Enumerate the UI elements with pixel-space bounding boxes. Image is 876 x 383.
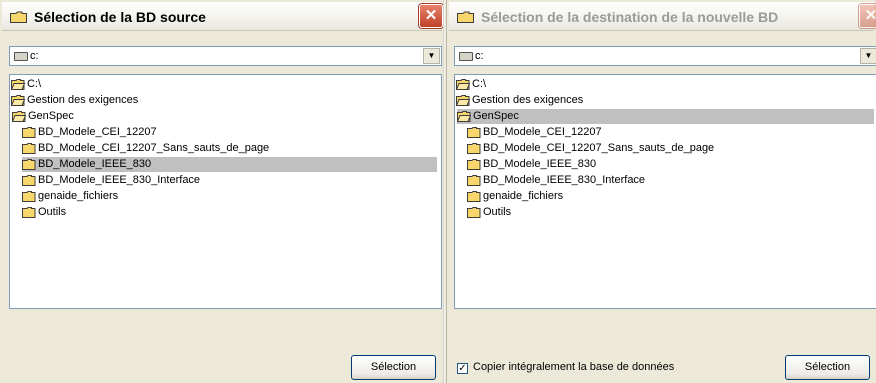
tree-node-label: Outils [38, 206, 67, 218]
selection-button[interactable]: Sélection [351, 355, 436, 380]
drive-icon [14, 52, 28, 61]
tree-node-label: GenSpec [473, 110, 519, 122]
folder-icon [22, 207, 36, 218]
bottom-bar: ✓ Copier intégralement la base de donnée… [447, 315, 876, 383]
folder-icon [22, 143, 36, 154]
folder-icon [22, 175, 36, 186]
source-db-window: Sélection de la BD source ✕ c: ▼ C:\ Gest… [0, 0, 444, 383]
window-title: Sélection de la destination de la nouvel… [481, 9, 779, 25]
tree-node-label: BD_Modele_IEEE_830 [38, 158, 152, 170]
drive-select[interactable]: c: ▼ [9, 46, 442, 66]
folder-icon [467, 207, 481, 218]
close-icon: ✕ [424, 7, 438, 24]
tree-node-label: C:\ [27, 78, 42, 90]
open-folder-icon [11, 79, 25, 90]
open-folder-icon [11, 95, 25, 106]
title-bar: Sélection de la destination de la nouvel… [449, 2, 876, 31]
folder-icon [467, 159, 481, 170]
tree-node-label: Outils [483, 206, 512, 218]
open-folder-icon [456, 95, 470, 106]
chevron-down-icon[interactable]: ▼ [860, 48, 876, 64]
open-folder-icon [457, 111, 471, 122]
tree-node-label: genaide_fichiers [38, 190, 119, 202]
folder-icon [467, 143, 481, 154]
folder-icon [457, 11, 474, 23]
tree-node-label: GenSpec [28, 110, 74, 122]
tree-node-label: BD_Modele_CEI_12207 [38, 126, 157, 138]
destination-db-window: Sélection de la destination de la nouvel… [447, 0, 876, 383]
drive-select[interactable]: c: ▼ [454, 46, 876, 66]
drive-value: c: [475, 50, 484, 62]
tree-node[interactable]: GenSpec [457, 109, 874, 124]
tree-node-label: Gestion des exigences [472, 94, 584, 106]
folder-icon [22, 159, 36, 170]
tree-node-label: Gestion des exigences [27, 94, 139, 106]
chevron-down-icon[interactable]: ▼ [423, 48, 440, 64]
folder-icon [10, 11, 27, 23]
open-folder-icon [456, 79, 470, 90]
tree-node-label: genaide_fichiers [483, 190, 564, 202]
tree-node-label: BD_Modele_CEI_12207_Sans_sauts_de_page [483, 142, 715, 154]
selection-button[interactable]: Sélection [785, 355, 870, 380]
close-button[interactable]: ✕ [859, 4, 876, 28]
tree-node-label: BD_Modele_IEEE_830_Interface [483, 174, 646, 186]
folder-tree[interactable]: C:\ Gestion des exigences GenSpec BD_Modele… [454, 74, 876, 309]
open-folder-icon [12, 111, 26, 122]
folder-icon [467, 127, 481, 138]
tree-node-label: C:\ [472, 78, 487, 90]
tree-node-label: BD_Modele_IEEE_830 [483, 158, 597, 170]
bottom-bar: Sélection [0, 315, 444, 383]
title-bar: Sélection de la BD source ✕ [2, 2, 443, 31]
tree-node-label: BD_Modele_CEI_12207_Sans_sauts_de_page [38, 142, 270, 154]
close-icon: ✕ [864, 7, 876, 24]
copy-all-checkbox[interactable]: ✓ [457, 363, 468, 374]
copy-all-label: Copier intégralement la base de données [473, 361, 675, 373]
tree-node-label: BD_Modele_IEEE_830_Interface [38, 174, 201, 186]
tree-node-label: BD_Modele_CEI_12207 [483, 126, 602, 138]
folder-icon [467, 191, 481, 202]
folder-tree[interactable]: C:\ Gestion des exigences GenSpec BD_Modele… [9, 74, 442, 309]
drive-value: c: [30, 50, 39, 62]
tree-node[interactable]: BD_Modele_IEEE_830 [22, 157, 437, 172]
folder-icon [467, 175, 481, 186]
close-button[interactable]: ✕ [419, 4, 443, 28]
folder-icon [22, 191, 36, 202]
folder-icon [22, 127, 36, 138]
drive-icon [459, 52, 473, 61]
window-title: Sélection de la BD source [34, 9, 206, 25]
